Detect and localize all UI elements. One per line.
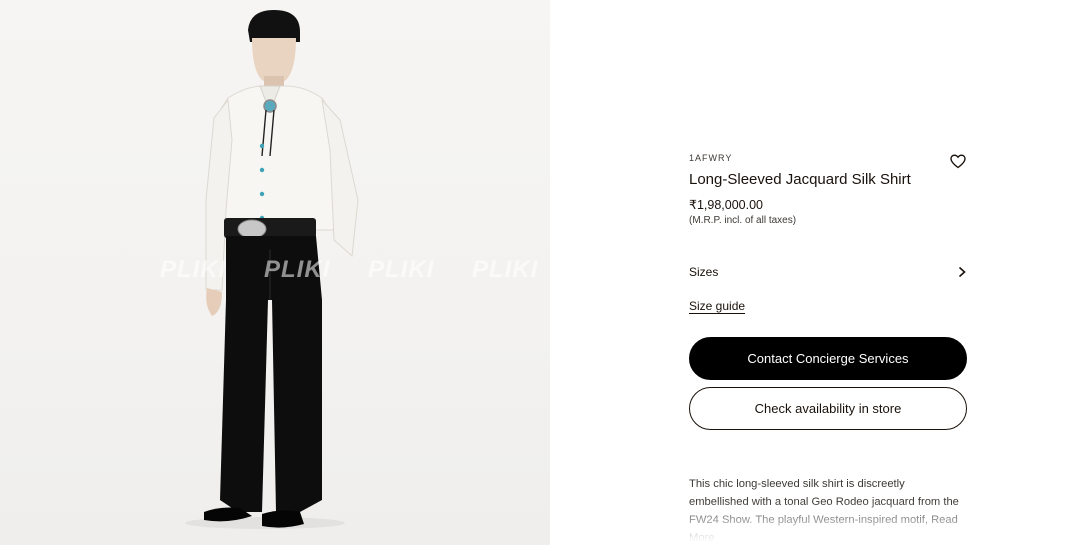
product-price: ₹1,98,000.00: [689, 198, 763, 212]
product-title: Long-Sleeved Jacquard Silk Shirt: [689, 171, 911, 188]
check-availability-button[interactable]: Check availability in store: [689, 387, 967, 430]
size-guide-link[interactable]: Size guide: [689, 299, 745, 313]
product-description: This chic long-sleeved silk shirt is dis…: [689, 475, 967, 545]
heart-icon: [950, 153, 966, 168]
contact-concierge-button[interactable]: Contact Concierge Services: [689, 337, 967, 380]
tax-note: (M.R.P. incl. of all taxes): [689, 215, 797, 226]
sizes-label: Sizes: [689, 265, 719, 279]
sizes-selector[interactable]: Sizes: [689, 264, 967, 280]
product-details: 1AFWRY Long-Sleeved Jacquard Silk Shirt …: [689, 150, 967, 545]
watermark-text: PLIKI PLIKI PLIKI PLIKI PLIKI: [160, 256, 550, 283]
product-sku: 1AFWRY: [689, 153, 733, 163]
chevron-right-icon: [958, 266, 966, 278]
product-image[interactable]: PLIKI PLIKI PLIKI PLIKI PLIKI: [0, 0, 550, 545]
wishlist-button[interactable]: [949, 152, 967, 170]
